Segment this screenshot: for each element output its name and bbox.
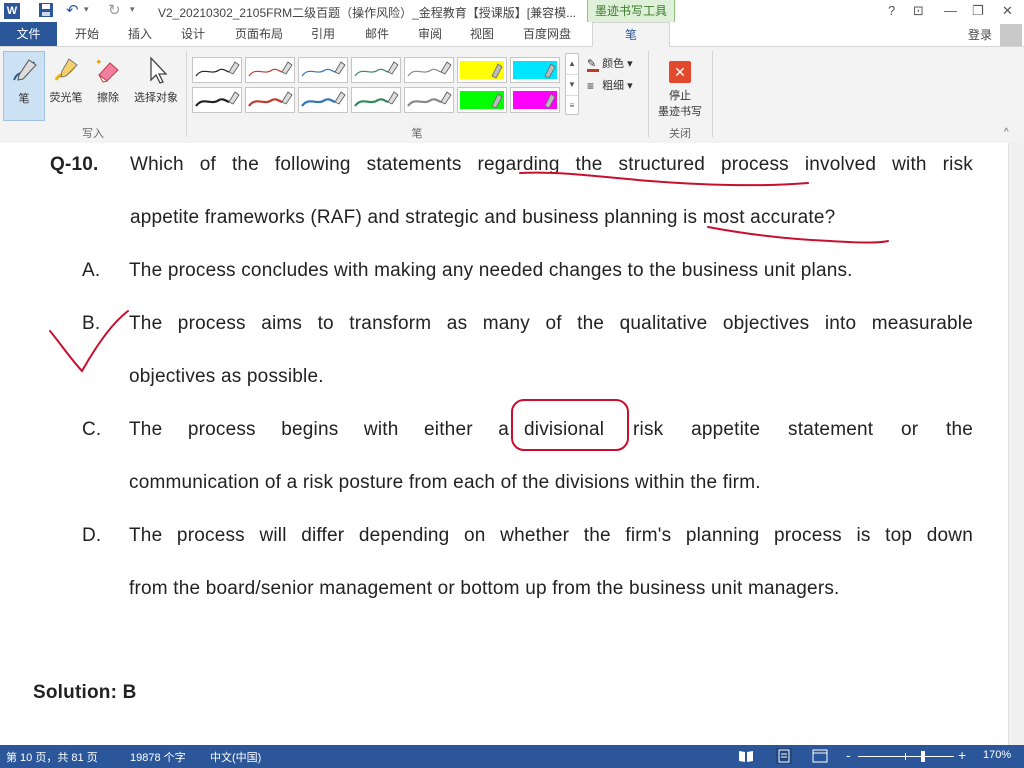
tab-home[interactable]: 开始 [75,22,99,46]
eraser-tool-label: 擦除 [97,92,119,104]
tab-mailings[interactable]: 邮件 [365,22,389,46]
pen-color-label: 颜色 [602,58,625,70]
pens-gallery-row-2 [192,87,562,113]
tab-pen[interactable]: 笔 [592,22,670,47]
pen-swatch-2-4[interactable] [351,87,401,113]
tab-view[interactable]: 视图 [470,22,494,46]
window-title: V2_20210302_2105FRM二级百题（操作风险）_金程教育【授课版】[… [158,6,577,20]
highlighter-tool-button[interactable]: 荧光笔 [46,51,86,121]
line-weight-icon: ≡ [587,79,595,94]
ribbon-display-options-button[interactable]: ⊡ [913,3,924,19]
pen-swatch-1-4[interactable] [351,57,401,83]
ribbon-tabs: 文件 开始 插入 设计 页面布局 引用 邮件 审阅 视图 百度网盘 笔 登录 [0,22,1024,47]
sign-in-link[interactable]: 登录 [968,26,992,43]
read-mode-icon[interactable] [738,749,754,766]
select-objects-button[interactable]: 选择对象 [130,51,182,121]
pen-swatch-1-3[interactable] [298,57,348,83]
undo-icon[interactable]: ↶ [66,1,79,19]
highlighter-icon [46,51,86,89]
pens-gallery-scroll[interactable]: ▲ ▼ ≡ [565,53,579,115]
ink-checkmark [49,310,129,373]
title-bar: W ↶ ▾ ↻ ▾ V2_20210302_2105FRM二级百题（操作风险）_… [0,0,1024,22]
maximize-button[interactable]: ❐ [972,3,984,19]
pen-weight-label: 粗细 [602,80,625,92]
select-objects-label: 选择对象 [134,92,178,104]
pen-swatch-2-6[interactable] [457,87,507,113]
eraser-tool-button[interactable]: ✦ 擦除 [88,51,128,121]
word-logo-icon[interactable]: W [4,3,20,19]
ribbon: 笔 荧光笔 ✦ 擦除 选择对象 写入 ▲ ▼ ≡ ✎ 颜色 ▾ ≡ 粗细 ▾ 笔 [0,47,1024,144]
zoom-level[interactable]: 170% [983,749,1011,761]
pen-tool-label: 笔 [18,93,30,105]
pens-group-label: 笔 [411,128,423,140]
gallery-up-icon[interactable]: ▲ [566,54,578,74]
tab-references[interactable]: 引用 [311,22,335,46]
cursor-arrow-icon [130,51,182,89]
pen-swatch-1-6[interactable] [457,57,507,83]
pen-swatch-2-2[interactable] [245,87,295,113]
stop-inking-icon: ✕ [653,57,707,87]
vertical-scrollbar[interactable] [1008,143,1024,745]
gallery-more-icon[interactable]: ≡ [566,95,578,116]
ink-underline-2 [707,226,889,244]
tab-insert[interactable]: 插入 [128,22,152,46]
pen-color-icon: ✎ [587,57,599,72]
write-group-label: 写入 [82,128,104,140]
stop-inking-label-2: 墨迹书写 [658,106,702,118]
zoom-out-button[interactable]: - [846,747,851,763]
zoom-slider-center-tick [905,753,906,760]
save-icon[interactable] [38,2,54,21]
pen-swatch-2-7[interactable] [510,87,560,113]
help-button[interactable]: ? [888,3,895,18]
pen-weight-dropdown[interactable]: ≡ 粗细 ▾ [587,77,633,93]
tab-review[interactable]: 审阅 [418,22,442,46]
pen-swatch-2-3[interactable] [298,87,348,113]
ink-underline-1 [519,171,809,187]
status-bar: 第 10 页，共 81 页 19878 个字 中文(中国) - + 170% [0,745,1024,768]
pen-swatch-1-1[interactable] [192,57,242,83]
group-separator [712,51,713,137]
undo-dropdown-icon[interactable]: ▾ [84,4,89,15]
redo-icon[interactable]: ↻ [108,1,121,19]
pen-swatch-1-5[interactable] [404,57,454,83]
pen-color-dropdown[interactable]: ✎ 颜色 ▾ [587,55,633,72]
qat-customize-icon[interactable]: ▾ [130,4,135,15]
close-group-label: 关闭 [669,128,691,140]
stop-inking-button[interactable]: ✕ 停止 墨迹书写 [653,57,707,119]
print-layout-icon[interactable] [776,748,792,764]
word-count[interactable]: 19878 个字 [130,749,186,765]
document-page: Q-10. Which of the following statements … [0,143,1008,745]
zoom-slider[interactable] [858,751,954,762]
avatar[interactable] [1000,24,1022,46]
pens-gallery-row-1 [192,57,562,83]
gallery-down-icon[interactable]: ▼ [566,74,578,95]
pen-swatch-2-5[interactable] [404,87,454,113]
highlighter-tool-label: 荧光笔 [49,92,83,104]
pen-swatch-1-2[interactable] [245,57,295,83]
zoom-slider-thumb[interactable] [921,751,925,762]
pen-tool-button[interactable]: 笔 [3,51,45,121]
tab-page-layout[interactable]: 页面布局 [235,22,283,46]
zoom-in-button[interactable]: + [958,747,966,763]
pen-swatch-1-7[interactable] [510,57,560,83]
ink-tools-context-label: 墨迹书写工具 [587,0,675,22]
page-count[interactable]: 第 10 页，共 81 页 [6,749,98,765]
pen-icon [4,52,44,90]
tab-baidu-netdisk[interactable]: 百度网盘 [523,22,571,46]
pen-swatch-2-1[interactable] [192,87,242,113]
language-indicator[interactable]: 中文(中国) [210,749,261,765]
tab-file[interactable]: 文件 [0,22,57,46]
eraser-icon: ✦ [88,51,128,89]
web-layout-icon[interactable] [812,749,828,766]
collapse-ribbon-icon[interactable]: ^ [1004,127,1009,138]
ink-circle-divisional [511,399,629,451]
tab-design[interactable]: 设计 [181,22,205,46]
close-button[interactable]: ✕ [1002,3,1013,19]
stop-inking-label-1: 停止 [669,90,691,102]
minimize-button[interactable]: — [944,3,957,18]
ink-annotations [49,171,889,451]
svg-text:✦: ✦ [95,57,103,67]
